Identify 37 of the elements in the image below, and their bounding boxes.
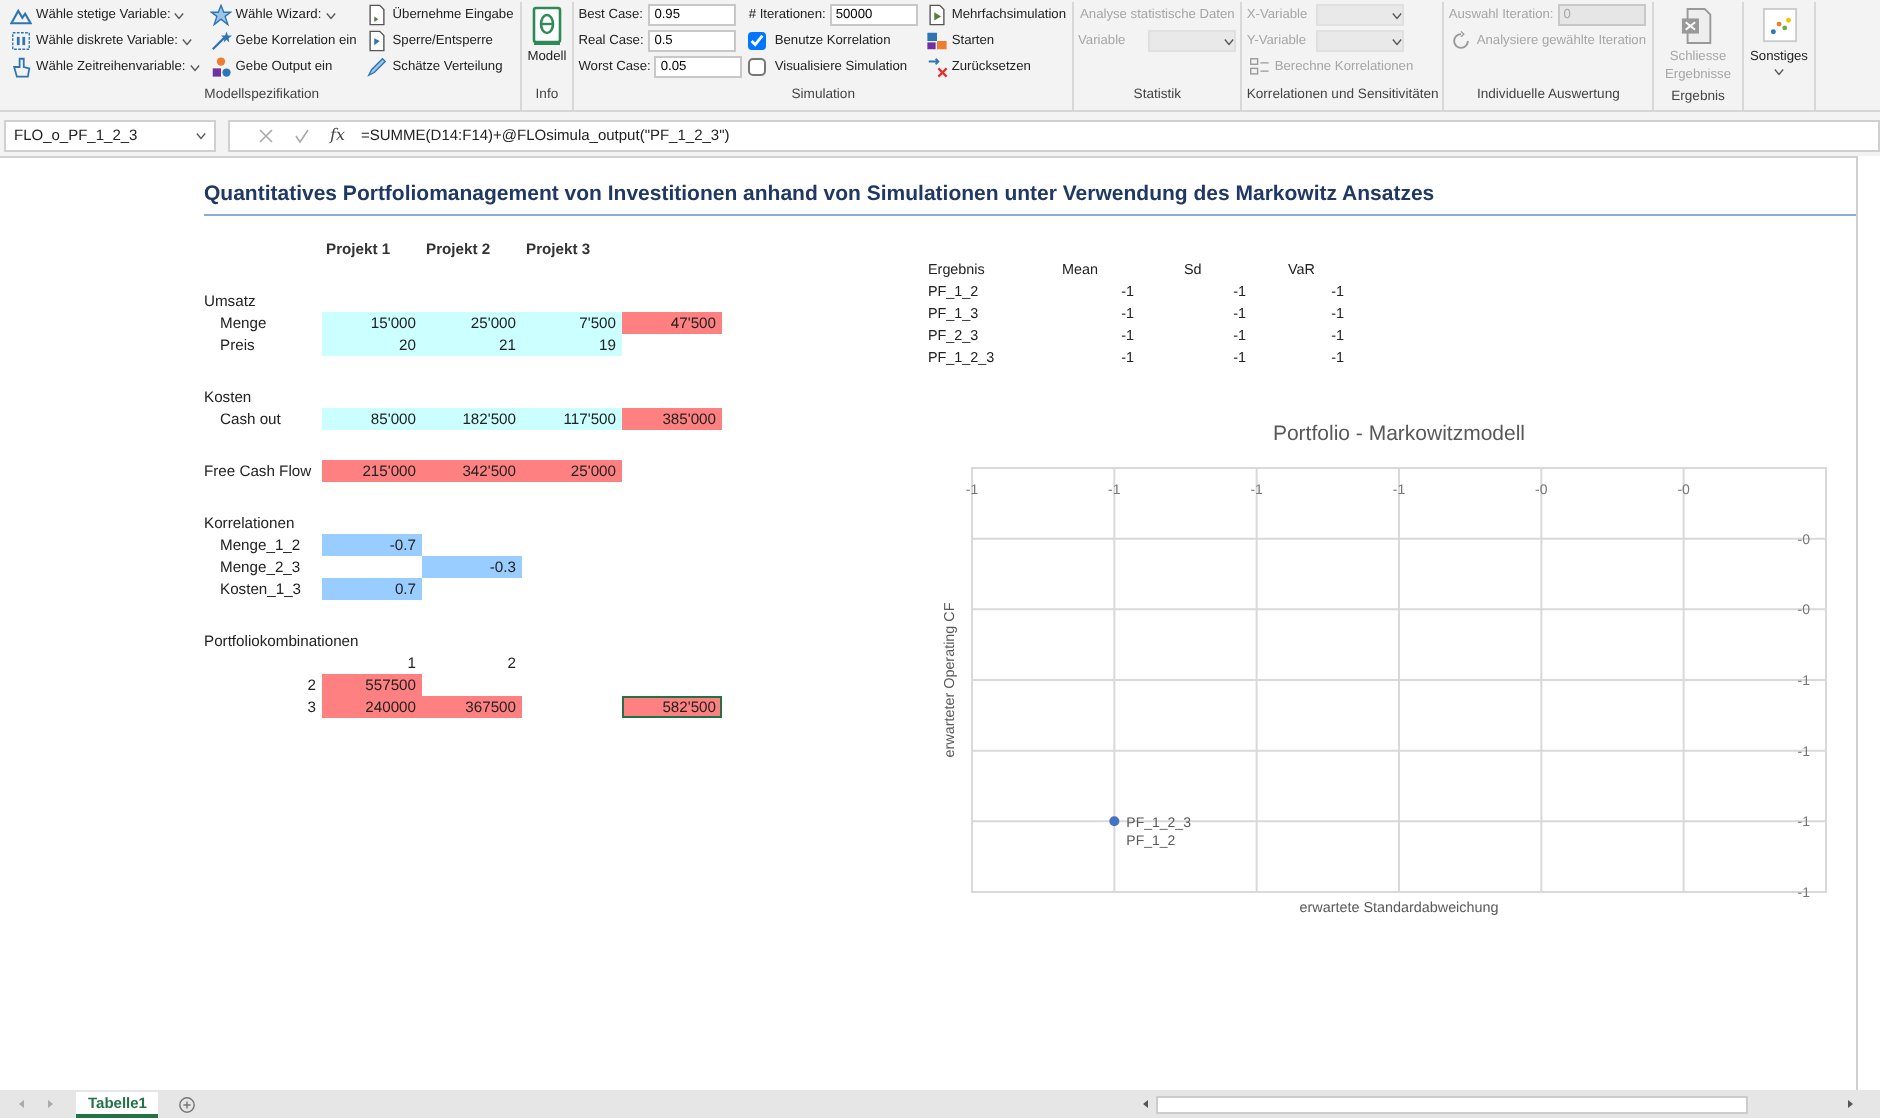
enter-icon: [294, 127, 310, 143]
hand-icon: [10, 56, 32, 78]
chart-title: Portfolio - Markowitzmodell: [1272, 421, 1526, 446]
caret-icon: [1392, 11, 1403, 19]
checkbox[interactable]: [748, 58, 767, 76]
sheet-title: Quantitatives Portfoliomanagement von Investitionen anhand von Simulationen unter Verwendung des Markowitz Ansatzes: [204, 180, 1856, 216]
table-icon: [1248, 56, 1271, 78]
caret-icon: [174, 11, 185, 19]
blocks-icon: [925, 30, 948, 52]
caret-icon: [196, 131, 206, 139]
add-sheet-icon: [178, 1095, 197, 1113]
scroll-left-icon: [1140, 1098, 1153, 1110]
pencil-icon: [366, 56, 389, 78]
grid-icon: [10, 30, 32, 52]
caret-icon: [325, 11, 336, 19]
refresh-icon: [1450, 30, 1473, 52]
scrollbar[interactable]: [1156, 1095, 1749, 1113]
caret-icon: [1224, 37, 1235, 45]
checkbox[interactable]: [748, 32, 767, 50]
scroll-left-icon: [16, 1098, 28, 1110]
scroll-right-icon: [1844, 1098, 1857, 1110]
scroll-right-icon: [44, 1098, 56, 1110]
caret-icon: [1392, 37, 1403, 45]
caret-icon: [189, 63, 200, 71]
caret-icon: [181, 37, 192, 45]
chart-icon: [1761, 6, 1797, 46]
cancel-icon: [258, 127, 274, 143]
mountain-icon: [10, 4, 32, 26]
star-icon: [209, 4, 232, 26]
caret-icon: [1774, 67, 1784, 76]
book-icon: [528, 6, 565, 46]
shapes-icon: [209, 56, 232, 78]
function-button[interactable]: fx: [330, 123, 345, 147]
document-icon: [366, 30, 389, 52]
spreadsheet-icon: [1680, 6, 1717, 46]
wand-icon: [209, 30, 232, 52]
reset-icon: [925, 56, 948, 78]
